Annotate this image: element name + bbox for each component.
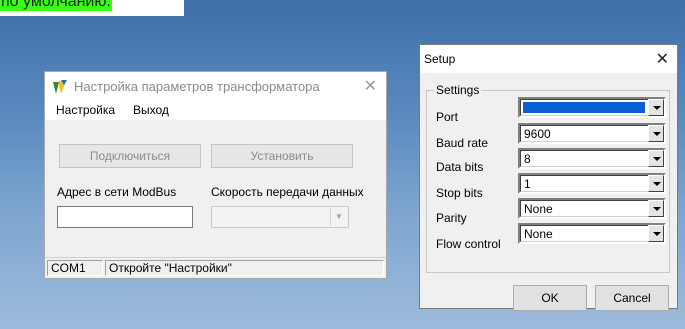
menu-bar: Настройка Выход: [45, 100, 386, 120]
flow-control-label: Flow control: [436, 237, 501, 251]
chevron-down-icon[interactable]: [648, 175, 664, 192]
data-bits-combo[interactable]: 8: [518, 148, 666, 169]
menu-item-settings[interactable]: Настройка: [56, 103, 115, 117]
banner-text: по умолчанию.: [0, 0, 112, 11]
menu-item-exit[interactable]: Выход: [133, 103, 169, 117]
dialog-title-bar[interactable]: Setup ✕: [420, 45, 677, 73]
settings-group-label: Settings: [434, 83, 482, 97]
set-button[interactable]: Установить: [211, 144, 353, 168]
port-label: Port: [436, 110, 459, 124]
flow-control-value: None: [524, 227, 553, 241]
stop-bits-value: 1: [524, 177, 531, 191]
status-bar: COM1 Откройте "Настройки": [45, 257, 386, 278]
close-icon[interactable]: ✕: [364, 76, 377, 96]
setup-dialog: Setup ✕ Settings Port Baud rate 9600 Dat…: [419, 44, 678, 311]
parity-value: None: [524, 202, 553, 216]
status-port: COM1: [47, 260, 103, 276]
chevron-down-icon[interactable]: [648, 99, 664, 116]
baud-rate-combo[interactable]: 9600: [518, 123, 666, 144]
baud-rate-label: Скорость передачи данных: [211, 185, 364, 199]
app-icon: [53, 80, 67, 94]
stop-bits-label: Stop bits: [436, 186, 483, 200]
chevron-down-icon[interactable]: [648, 125, 664, 142]
connect-button[interactable]: Подключиться: [59, 144, 201, 168]
data-bits-value: 8: [524, 152, 531, 166]
baud-rate-value: 9600: [524, 127, 551, 141]
highlighted-text-banner: по умолчанию.: [0, 0, 184, 16]
chevron-down-icon[interactable]: [648, 150, 664, 167]
parity-combo[interactable]: None: [518, 198, 666, 219]
title-bar[interactable]: Настройка параметров трансформатора ✕: [45, 72, 386, 100]
ok-button[interactable]: OK: [513, 285, 587, 311]
close-icon[interactable]: ✕: [656, 49, 669, 69]
flow-control-combo[interactable]: None: [518, 223, 666, 244]
data-bits-label: Data bits: [436, 160, 484, 174]
transformer-settings-window: Настройка параметров трансформатора ✕ На…: [44, 71, 387, 279]
chevron-down-icon[interactable]: [648, 200, 664, 217]
dialog-title: Setup: [424, 52, 456, 66]
cancel-button[interactable]: Cancel: [595, 285, 669, 311]
port-combo[interactable]: [518, 97, 666, 118]
baud-rate-select[interactable]: ▼: [211, 206, 349, 228]
window-title: Настройка параметров трансформатора: [74, 79, 320, 94]
parity-label: Parity: [436, 211, 467, 225]
stop-bits-combo[interactable]: 1: [518, 173, 666, 194]
port-selection: [523, 102, 645, 113]
status-message: Откройте "Настройки": [105, 260, 384, 276]
chevron-down-icon[interactable]: [648, 225, 664, 242]
baud-rate-label: Baud rate: [436, 136, 489, 150]
chevron-down-icon[interactable]: ▼: [330, 208, 347, 226]
modbus-address-input[interactable]: [57, 206, 193, 228]
modbus-address-label: Адрес в сети ModBus: [57, 185, 177, 199]
